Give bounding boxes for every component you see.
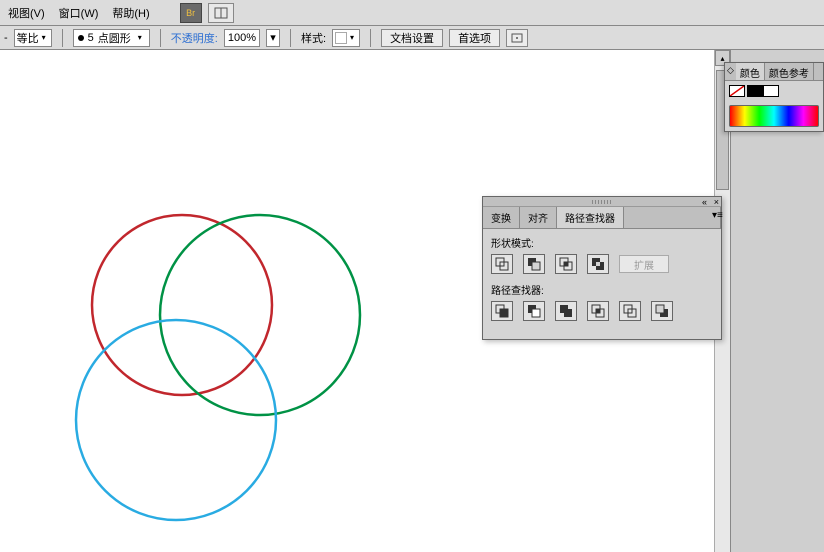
menu-help[interactable]: 帮助(H) [108,3,153,23]
menu-window[interactable]: 窗口(W) [55,3,103,23]
panel-menu-icon[interactable]: ▾≡ [704,207,721,228]
expand-button[interactable]: 扩展 [619,255,669,273]
stroke-style: 点圆形 [98,30,131,46]
chevron-down-icon: ▾ [135,33,145,42]
panel-grip[interactable]: « × [483,197,721,207]
tab-color-guide[interactable]: 颜色参考 [765,63,814,80]
divider [290,29,291,47]
chevron-down-icon: ▾ [39,33,49,42]
ratio-dash: - [4,32,8,44]
divider [160,29,161,47]
bridge-button[interactable]: Br [180,3,202,23]
panel-collapse-icon[interactable]: « [702,197,707,207]
pathfinder-panel[interactable]: « × 变换 对齐 路径查找器 ▾≡ 形状模式: 扩展 路径查找器: [482,196,722,340]
ratio-label: 等比 [17,30,39,46]
tab-transform[interactable]: 变换 [483,207,520,228]
swap-swatch[interactable] [763,85,779,97]
chevron-down-icon[interactable]: ▾ [266,29,280,47]
fill-stroke-swatches[interactable] [729,85,819,99]
intersect-icon[interactable] [555,254,577,274]
style-dropdown[interactable]: ▾ [332,29,360,47]
opacity-label[interactable]: 不透明度: [171,30,218,46]
color-panel-tabs: ◇ 颜色 颜色参考 [725,63,823,81]
align-artboard-icon[interactable] [506,29,528,47]
color-spectrum[interactable] [729,105,819,127]
outline-icon[interactable] [619,301,641,321]
panel-tabs: 变换 对齐 路径查找器 ▾≡ [483,207,721,229]
divider [62,29,63,47]
circle-blue[interactable] [76,320,276,520]
menubar: 视图(V) 窗口(W) 帮助(H) Br [0,0,824,26]
stroke-swatch[interactable] [747,85,763,97]
shape-modes-label: 形状模式: [491,235,713,250]
pathfinders-row [491,301,713,321]
unite-icon[interactable] [491,254,513,274]
opacity-value: 100% [228,32,256,44]
panel-body: 形状模式: 扩展 路径查找器: [483,229,721,339]
opacity-input[interactable]: 100% [224,29,260,47]
options-bar: - 等比 ▾ 5 点圆形 ▾ 不透明度: 100% ▾ 样式: ▾ 文档设置 首… [0,26,824,50]
circle-green[interactable] [160,215,360,415]
minus-front-icon[interactable] [523,254,545,274]
tab-align[interactable]: 对齐 [520,207,557,228]
preferences-button[interactable]: 首选项 [449,29,500,47]
menu-view[interactable]: 视图(V) [4,3,49,23]
trim-icon[interactable] [523,301,545,321]
panel-grabber[interactable]: ◇ [725,63,736,80]
fill-swatch[interactable] [729,85,745,97]
chevron-down-icon: ▾ [347,33,357,42]
minus-back-icon[interactable] [651,301,673,321]
tab-color[interactable]: 颜色 [736,63,765,80]
stroke-value: 5 [88,32,94,44]
arrange-button[interactable] [208,3,234,23]
shape-modes-row: 扩展 [491,254,713,274]
crop-icon[interactable] [587,301,609,321]
divider [370,29,371,47]
ratio-dropdown[interactable]: 等比 ▾ [14,29,52,47]
style-swatch [335,32,347,44]
color-panel-body [725,81,823,131]
tab-pathfinder[interactable]: 路径查找器 [557,207,624,228]
panel-close-icon[interactable]: × [714,197,719,207]
circle-red[interactable] [92,215,272,395]
divide-icon[interactable] [491,301,513,321]
color-panel[interactable]: ◇ 颜色 颜色参考 [724,62,824,132]
style-label: 样式: [301,30,326,46]
exclude-icon[interactable] [587,254,609,274]
grip-dots-icon [592,200,612,204]
doc-setup-button[interactable]: 文档设置 [381,29,443,47]
merge-icon[interactable] [555,301,577,321]
pathfinders-label: 路径查找器: [491,282,713,297]
stroke-width[interactable]: 5 点圆形 ▾ [73,29,150,47]
dot-icon [78,35,84,41]
